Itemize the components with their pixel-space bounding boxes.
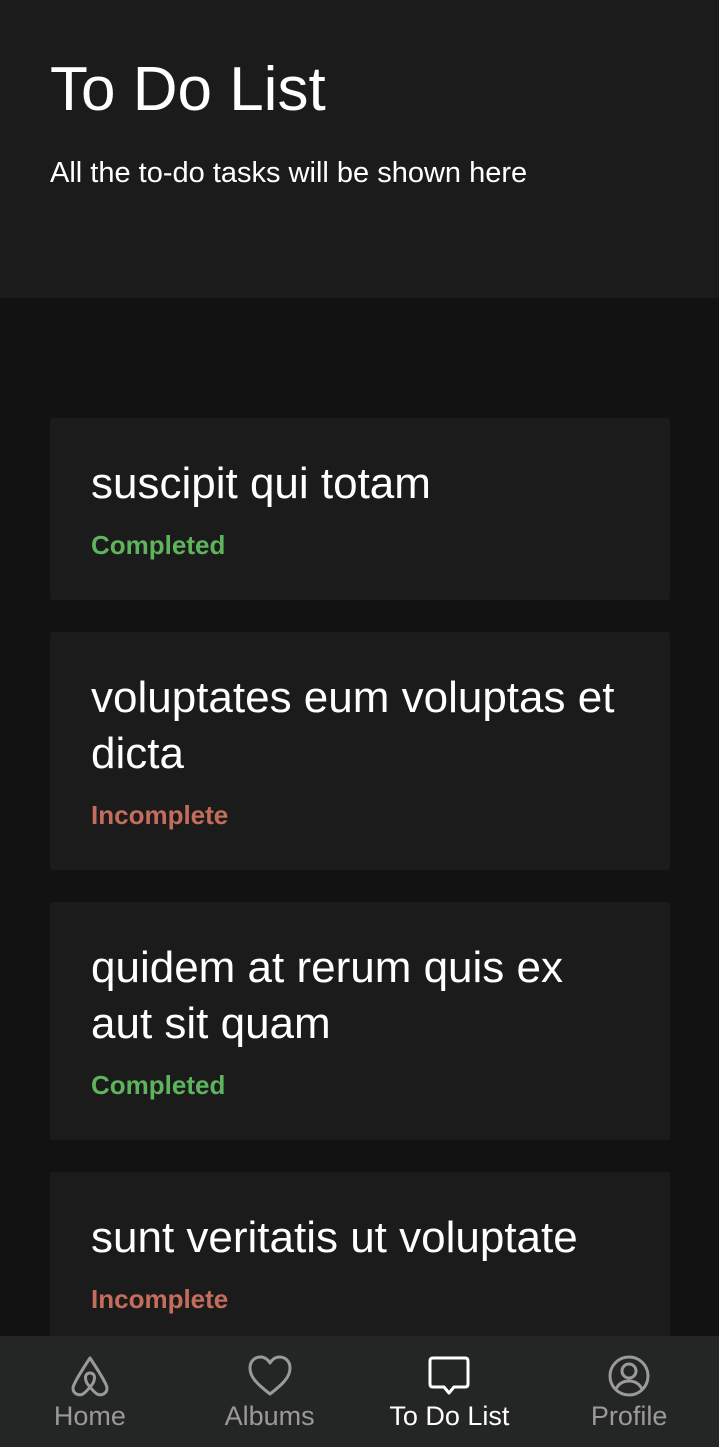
nav-item-home[interactable]: Home <box>0 1336 180 1447</box>
todo-title: sunt veritatis ut voluptate <box>91 1213 578 1262</box>
todo-status: Completed <box>91 530 226 560</box>
todo-card[interactable]: voluptates eum voluptas et dicta Incompl… <box>50 632 670 870</box>
nav-label-todo: To Do List <box>389 1401 510 1431</box>
page-title: To Do List <box>50 55 326 124</box>
airbnb-logo-icon <box>71 1356 109 1397</box>
nav-item-albums[interactable]: Albums <box>180 1336 360 1447</box>
todo-status: Completed <box>91 1070 226 1100</box>
todo-status: Incomplete <box>91 1284 229 1314</box>
app-header: To Do List All the to-do tasks will be s… <box>0 0 719 298</box>
todo-title: voluptates eum voluptas et dicta <box>91 673 615 778</box>
todo-list[interactable]: suscipit qui totam Completed voluptates … <box>50 418 670 1336</box>
todo-status: Incomplete <box>91 800 229 830</box>
todo-title: suscipit qui totam <box>91 459 431 508</box>
todo-title: quidem at rerum quis ex aut sit quam <box>91 943 563 1048</box>
todo-card[interactable]: sunt veritatis ut voluptate Incomplete <box>50 1172 670 1336</box>
todo-card[interactable]: quidem at rerum quis ex aut sit quam Com… <box>50 902 670 1140</box>
nav-label-profile: Profile <box>590 1401 668 1431</box>
page-subtitle: All the to-do tasks will be shown here <box>50 157 528 189</box>
nav-item-todo[interactable]: To Do List <box>360 1336 540 1447</box>
nav-label-albums: Albums <box>224 1401 315 1431</box>
nav-item-profile[interactable]: Profile <box>539 1336 719 1447</box>
user-circle-icon <box>608 1355 650 1397</box>
nav-label-home: Home <box>53 1401 126 1431</box>
bottom-navigation: Home Albums To Do List Profile <box>0 1336 719 1447</box>
todo-card[interactable]: suscipit qui totam Completed <box>50 418 670 600</box>
chat-bubble-icon <box>428 1356 470 1395</box>
heart-icon <box>248 1355 292 1396</box>
